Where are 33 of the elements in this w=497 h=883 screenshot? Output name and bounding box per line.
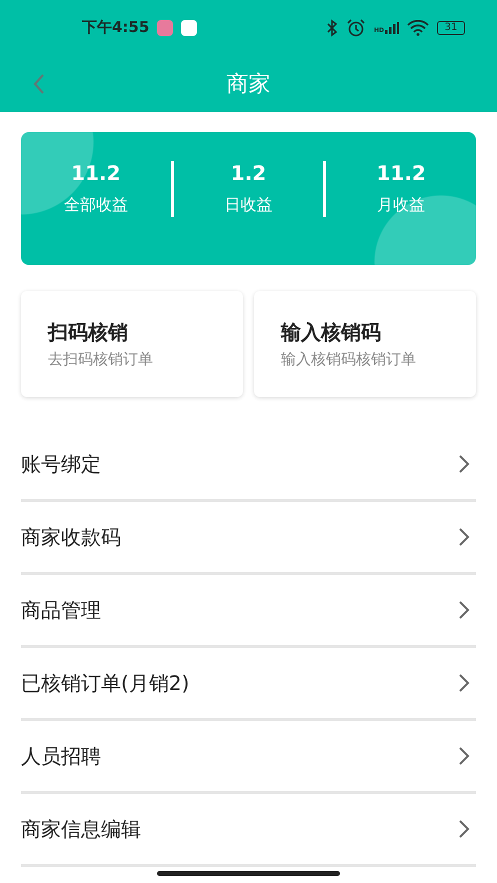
action-title: 输入核销码 [281, 319, 382, 346]
earnings-label: 日收益 [224, 195, 272, 216]
wifi-icon [407, 20, 429, 36]
menu-item[interactable]: 账号绑定 [21, 429, 476, 502]
action-card[interactable]: 输入核销码 输入核销码核销订单 [254, 291, 476, 397]
action-subtitle: 输入核销码核销订单 [281, 350, 417, 369]
back-icon[interactable] [32, 73, 46, 95]
chevron-right-icon [458, 454, 470, 474]
chevron-right-icon [458, 819, 470, 839]
menu-item[interactable]: 商家信息编辑 [21, 794, 476, 867]
earnings-value: 1.2 [230, 161, 266, 185]
menu-item[interactable]: 商品管理 [21, 575, 476, 648]
status-time: 下午4:55 [82, 18, 150, 37]
action-card[interactable]: 扫码核销 去扫码核销订单 [21, 291, 243, 397]
alarm-icon [346, 18, 366, 36]
bluetooth-icon [326, 18, 338, 36]
earnings-value: 11.2 [71, 161, 121, 185]
chevron-right-icon [458, 600, 470, 620]
app-notification-icon [181, 20, 198, 36]
earnings-value: 11.2 [376, 161, 426, 185]
earnings-label: 月收益 [377, 195, 426, 216]
page-title: 商家 [226, 70, 270, 98]
menu-item[interactable]: 已核销订单(月销2) [21, 648, 476, 721]
chevron-right-icon [458, 527, 470, 547]
chevron-right-icon [458, 673, 470, 693]
chevron-right-icon [458, 746, 470, 766]
battery-icon: 31 [437, 20, 465, 34]
action-subtitle: 去扫码核销订单 [48, 350, 154, 369]
menu-item[interactable]: 商家收款码 [21, 502, 476, 575]
app-notification-icon [157, 20, 174, 36]
menu-item[interactable]: 人员招聘 [21, 721, 476, 794]
action-title: 扫码核销 [48, 319, 129, 346]
earnings-label: 全部收益 [64, 195, 128, 216]
